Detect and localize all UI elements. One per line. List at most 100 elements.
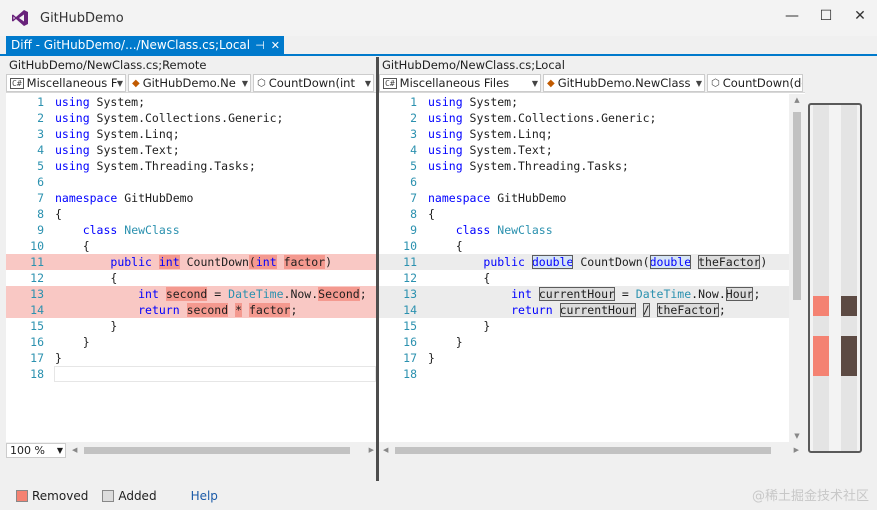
code-token: class — [455, 223, 491, 237]
line-number: 10 — [30, 239, 44, 253]
code-line: 8{ — [379, 206, 789, 222]
right-project-dropdown[interactable]: C# Miscellaneous Files ▼ — [379, 74, 541, 92]
removed-token: Second — [318, 287, 360, 301]
scroll-left-icon[interactable]: ◀ — [383, 442, 388, 458]
scrollbar-thumb[interactable] — [395, 447, 771, 454]
code-token: using — [55, 127, 90, 141]
scroll-right-icon[interactable]: ▶ — [369, 442, 374, 458]
right-member-dropdown[interactable]: ⬡ CountDown(double the — [707, 74, 803, 92]
scroll-up-icon[interactable]: ▲ — [789, 96, 805, 104]
line-number: 3 — [37, 127, 44, 141]
line-number: 3 — [410, 127, 417, 141]
code-line: 12 { — [379, 270, 789, 286]
pin-icon[interactable]: ⊣ — [255, 39, 265, 52]
added-token: currentHour — [538, 287, 615, 301]
code-token: NewClass — [124, 223, 180, 237]
left-type-dropdown[interactable]: ◆ GitHubDemo.Ne ▼ — [128, 74, 251, 92]
line-number: 8 — [37, 207, 44, 221]
scroll-down-icon[interactable]: ▼ — [789, 432, 805, 440]
method-icon: ⬡ — [257, 77, 266, 89]
line-number: 15 — [403, 319, 417, 333]
overview-removed-marker — [813, 296, 829, 316]
code-line: 1 using System; — [6, 94, 376, 110]
maximize-icon[interactable]: ☐ — [809, 0, 843, 32]
line-number: 11 — [30, 255, 44, 269]
window-title: GitHubDemo — [40, 10, 124, 26]
code-line: 2 using System.Collections.Generic; — [6, 110, 376, 126]
right-type-dropdown[interactable]: ◆ GitHubDemo.NewClass ▼ — [543, 74, 705, 92]
zoom-dropdown[interactable]: 100 % ▼ — [6, 442, 66, 458]
overview-added-marker — [841, 336, 857, 376]
scrollbar-thumb[interactable] — [84, 447, 350, 454]
code-token: System; — [89, 95, 146, 109]
chevron-down-icon: ▼ — [241, 79, 248, 88]
left-member-dropdown[interactable]: ⬡ CountDown(int ▼ — [253, 74, 374, 92]
right-vertical-scrollbar[interactable]: ▲ ▼ — [789, 94, 805, 442]
added-token: double — [531, 255, 574, 269]
left-navigation-bar: C# Miscellaneous F ▼ ◆ GitHubDemo.Ne ▼ ⬡… — [6, 73, 376, 93]
close-icon[interactable]: ✕ — [843, 0, 877, 32]
left-code-editor[interactable]: 1 using System; 2 using System.Collections… — [6, 94, 376, 458]
minimize-icon[interactable]: — — [775, 0, 809, 32]
legend-removed: Removed — [16, 489, 88, 503]
code-token: .Now. — [691, 287, 726, 301]
code-token: { — [428, 207, 435, 221]
code-token: } — [110, 319, 118, 333]
code-token: } — [483, 319, 491, 333]
tab-diff[interactable]: Diff - GitHubDemo/.../NewClass.cs;Local … — [6, 36, 284, 54]
code-line: 8{ — [6, 206, 376, 222]
overview-removed-marker — [813, 336, 829, 376]
code-token: using — [55, 111, 90, 125]
tab-close-icon[interactable]: ✕ — [271, 39, 280, 52]
code-token: System.Linq; — [89, 127, 180, 141]
chevron-down-icon: ▼ — [116, 79, 123, 88]
code-line: 1 using System; — [379, 94, 789, 110]
right-diff-pane: GitHubDemo/NewClass.cs;Local C# Miscella… — [379, 57, 805, 458]
line-number: 17 — [30, 351, 44, 365]
line-number: 7 — [410, 191, 417, 205]
code-token: .Now. — [283, 287, 319, 301]
code-line: 9 class NewClass — [379, 222, 789, 238]
code-token: System.Threading.Tasks; — [462, 159, 629, 173]
code-token: int — [511, 287, 532, 301]
code-token: return — [511, 303, 553, 317]
line-number: 2 — [410, 111, 417, 125]
left-diff-pane: GitHubDemo/NewClass.cs;Remote C# Miscell… — [6, 57, 376, 458]
line-number: 13 — [403, 287, 417, 301]
current-line-indicator — [54, 366, 376, 382]
help-link[interactable]: Help — [191, 489, 218, 503]
code-token: GitHubDemo — [490, 191, 567, 205]
code-line: 4 using System.Text; — [6, 142, 376, 158]
code-line: 10 { — [379, 238, 789, 254]
legend-removed-label: Removed — [32, 488, 89, 503]
code-line: 5 using System.Threading.Tasks; — [379, 158, 789, 174]
right-code-editor[interactable]: 1 using System; 2 using System.Collections… — [379, 94, 789, 458]
line-number: 4 — [410, 143, 417, 157]
right-horizontal-scrollbar[interactable]: ◀ ▶ — [379, 442, 805, 458]
added-token: theFactor — [698, 255, 761, 269]
code-token: GitHubDemo — [117, 191, 194, 205]
removed-line: 13 int second = DateTime.Now.Second; — [6, 286, 376, 302]
added-line: 13 int currentHour = DateTime.Now.Hour; — [379, 286, 789, 302]
code-token: using — [428, 111, 463, 125]
code-token: System.Collections.Generic; — [89, 111, 284, 125]
scrollbar-thumb[interactable] — [793, 112, 801, 300]
line-number: 14 — [30, 303, 44, 317]
code-token: using — [428, 143, 463, 157]
added-token: currentHour — [559, 303, 636, 317]
scroll-left-icon[interactable]: ◀ — [72, 442, 77, 458]
diff-overview-map[interactable] — [808, 103, 862, 453]
overview-added-marker — [841, 296, 857, 316]
line-number: 7 — [37, 191, 44, 205]
scroll-right-icon[interactable]: ▶ — [794, 442, 799, 458]
left-project-dropdown[interactable]: C# Miscellaneous F ▼ — [6, 74, 126, 92]
chevron-down-icon: ▼ — [364, 79, 371, 88]
removed-token: second — [165, 287, 208, 301]
code-token: namespace — [55, 191, 118, 205]
code-token: System.Threading.Tasks; — [89, 159, 256, 173]
code-token: { — [483, 271, 491, 285]
left-horizontal-scrollbar[interactable]: ◀ ▶ — [70, 442, 376, 458]
code-token: System.Text; — [462, 143, 553, 157]
code-token: using — [428, 95, 463, 109]
overview-left-column — [813, 105, 829, 451]
